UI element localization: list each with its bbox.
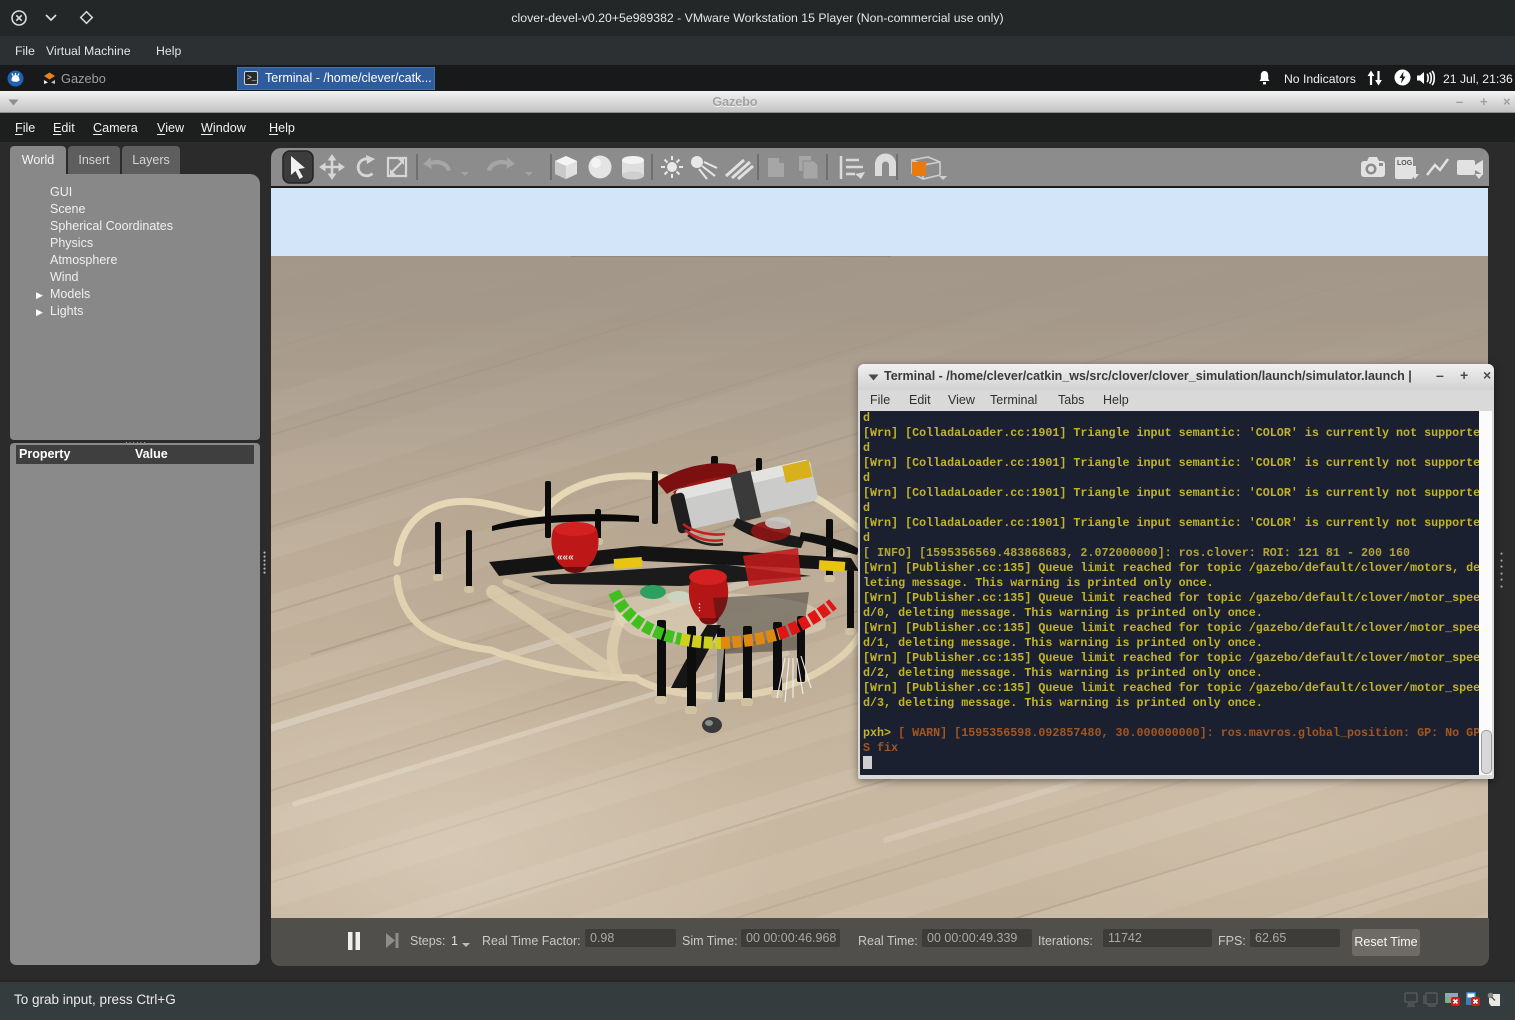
svg-text:«««: ««« bbox=[557, 552, 574, 563]
svg-text:LOG: LOG bbox=[1397, 160, 1413, 167]
svg-text:⋮: ⋮ bbox=[695, 602, 704, 612]
